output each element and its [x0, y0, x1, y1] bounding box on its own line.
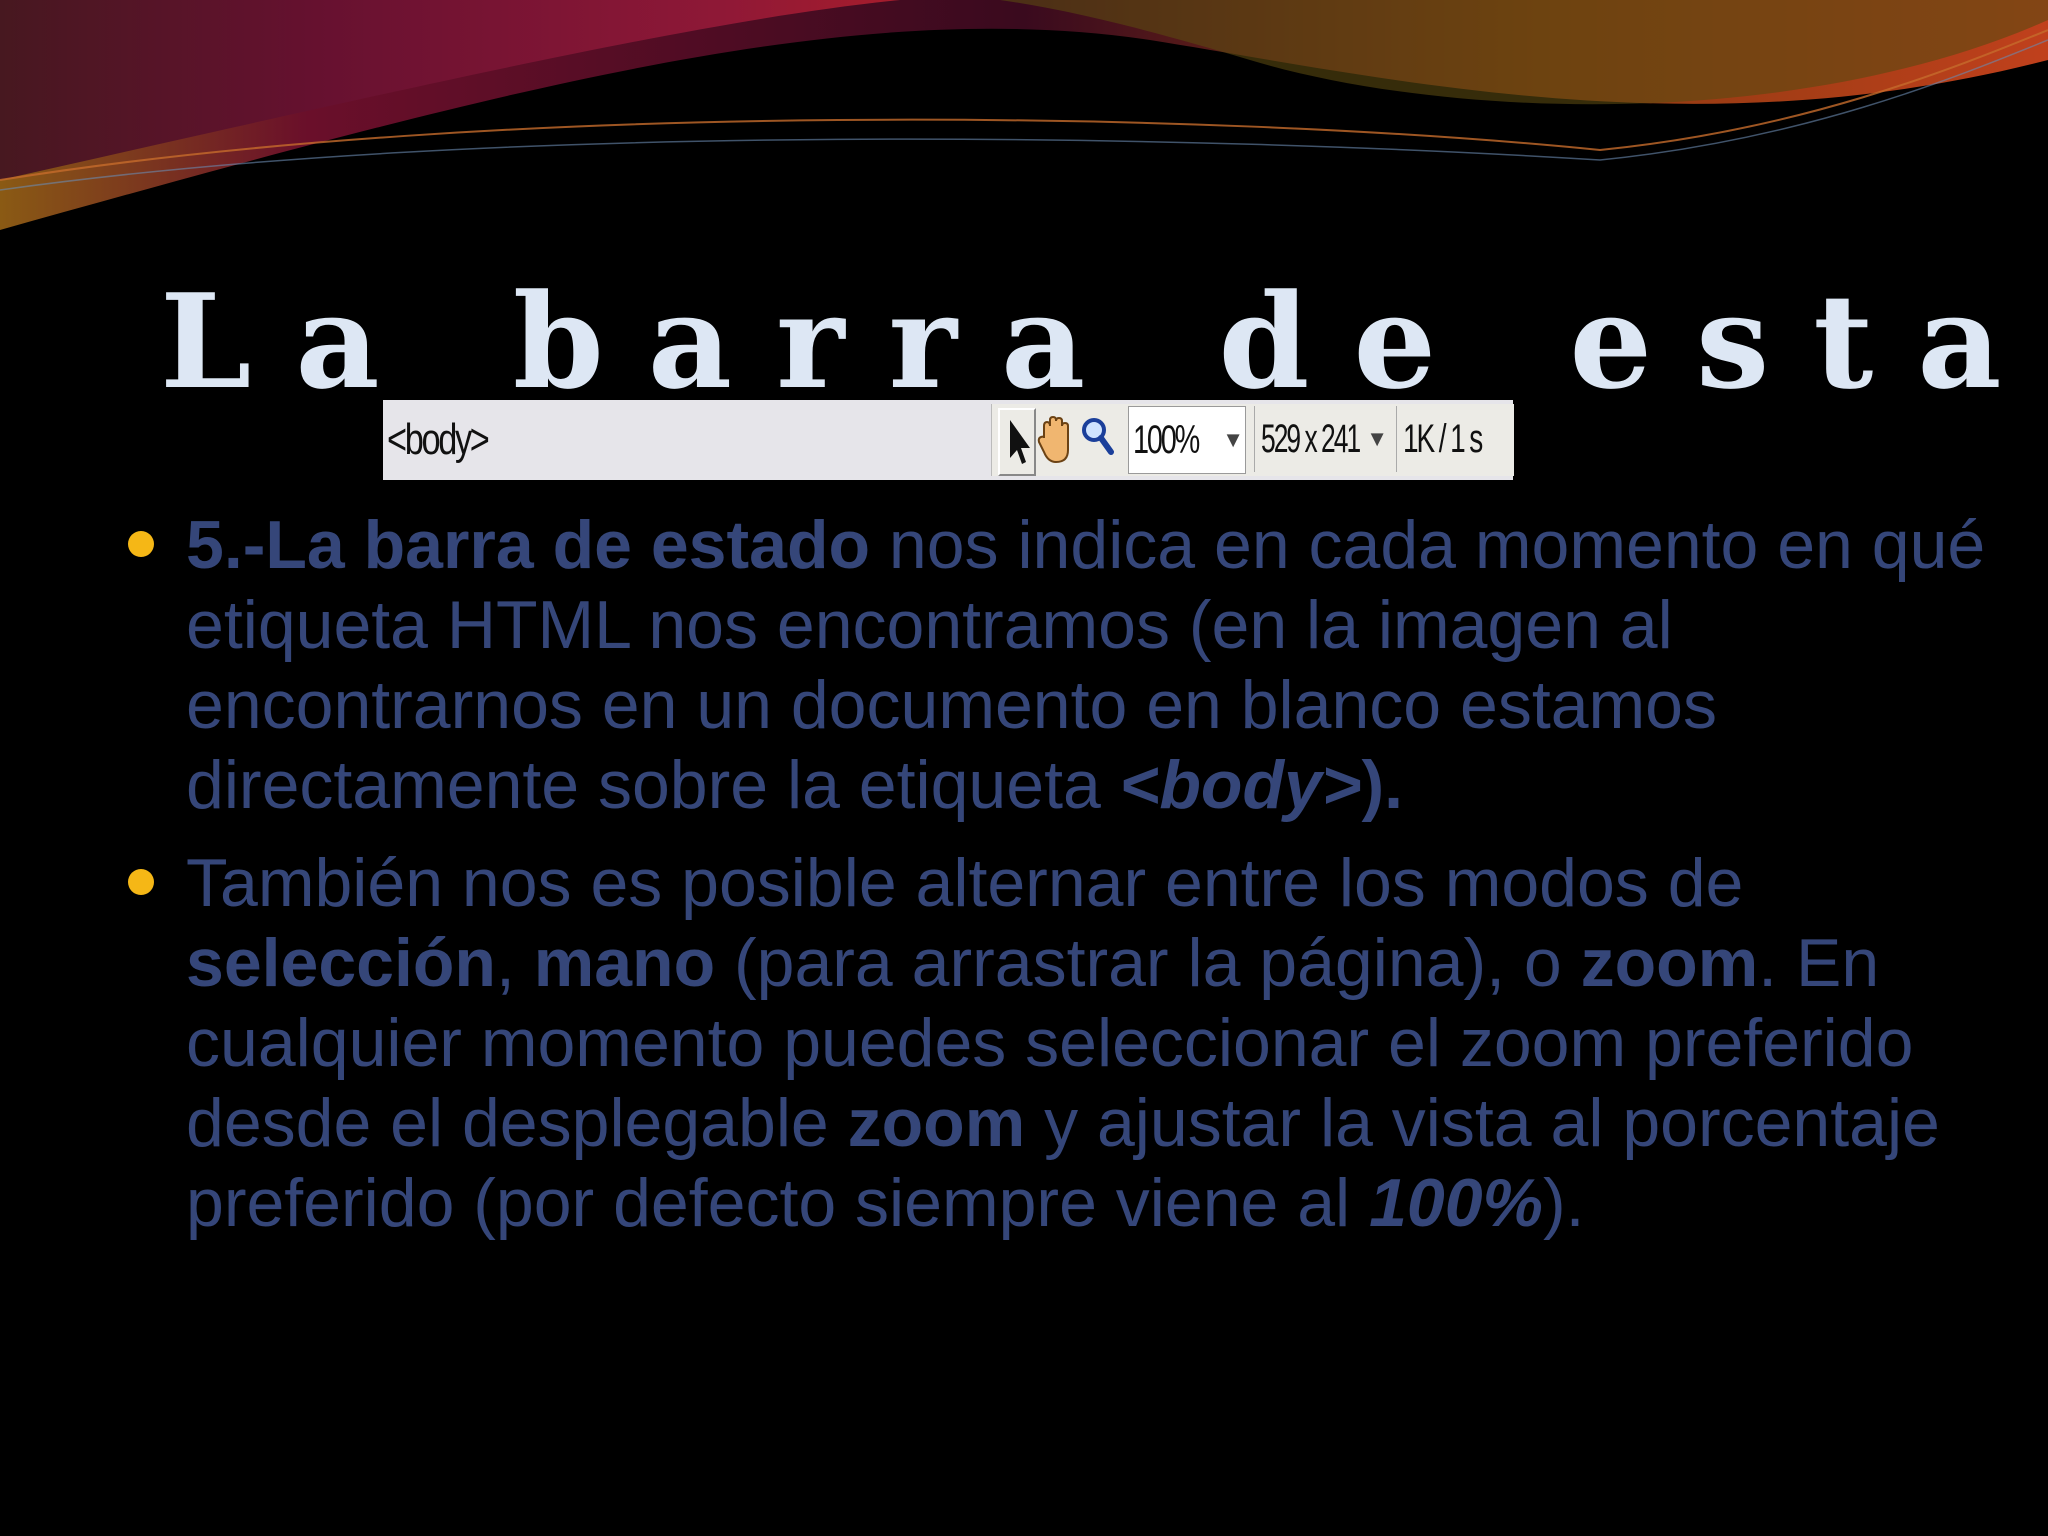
bullet-dot	[128, 869, 154, 895]
window-size-dropdown[interactable]: 529 x 241 ▼	[1254, 406, 1388, 472]
status-bar-screenshot: <body> 100% ▼ 529 x 241 ▼ 1K / 1 s	[383, 400, 1514, 480]
list-item: 5.-La barra de estado nos indica en cada…	[120, 505, 2020, 825]
chevron-down-icon: ▼	[1366, 426, 1388, 451]
magnifier-icon[interactable]	[1078, 408, 1118, 472]
slide: La barra de estado <body> 100% ▼ 529 x 2…	[0, 0, 2048, 1536]
bullet-dot	[128, 531, 154, 557]
tag-selector[interactable]: <body>	[387, 414, 490, 466]
list-item: También nos es posible alternar entre lo…	[120, 843, 2020, 1243]
bullet-list: 5.-La barra de estado nos indica en cada…	[120, 505, 2020, 1261]
hand-icon[interactable]	[1036, 408, 1074, 472]
chevron-down-icon: ▼	[1222, 427, 1244, 452]
zoom-dropdown[interactable]: 100% ▼	[1128, 406, 1246, 474]
status-bar-tools: 100% ▼ 529 x 241 ▼ 1K / 1 s	[991, 404, 1514, 476]
slide-title: La barra de estado	[160, 265, 2048, 418]
decorative-wave-banner	[0, 0, 2048, 230]
download-speed-readout: 1K / 1 s	[1396, 406, 1507, 472]
pointer-icon[interactable]	[998, 408, 1036, 476]
